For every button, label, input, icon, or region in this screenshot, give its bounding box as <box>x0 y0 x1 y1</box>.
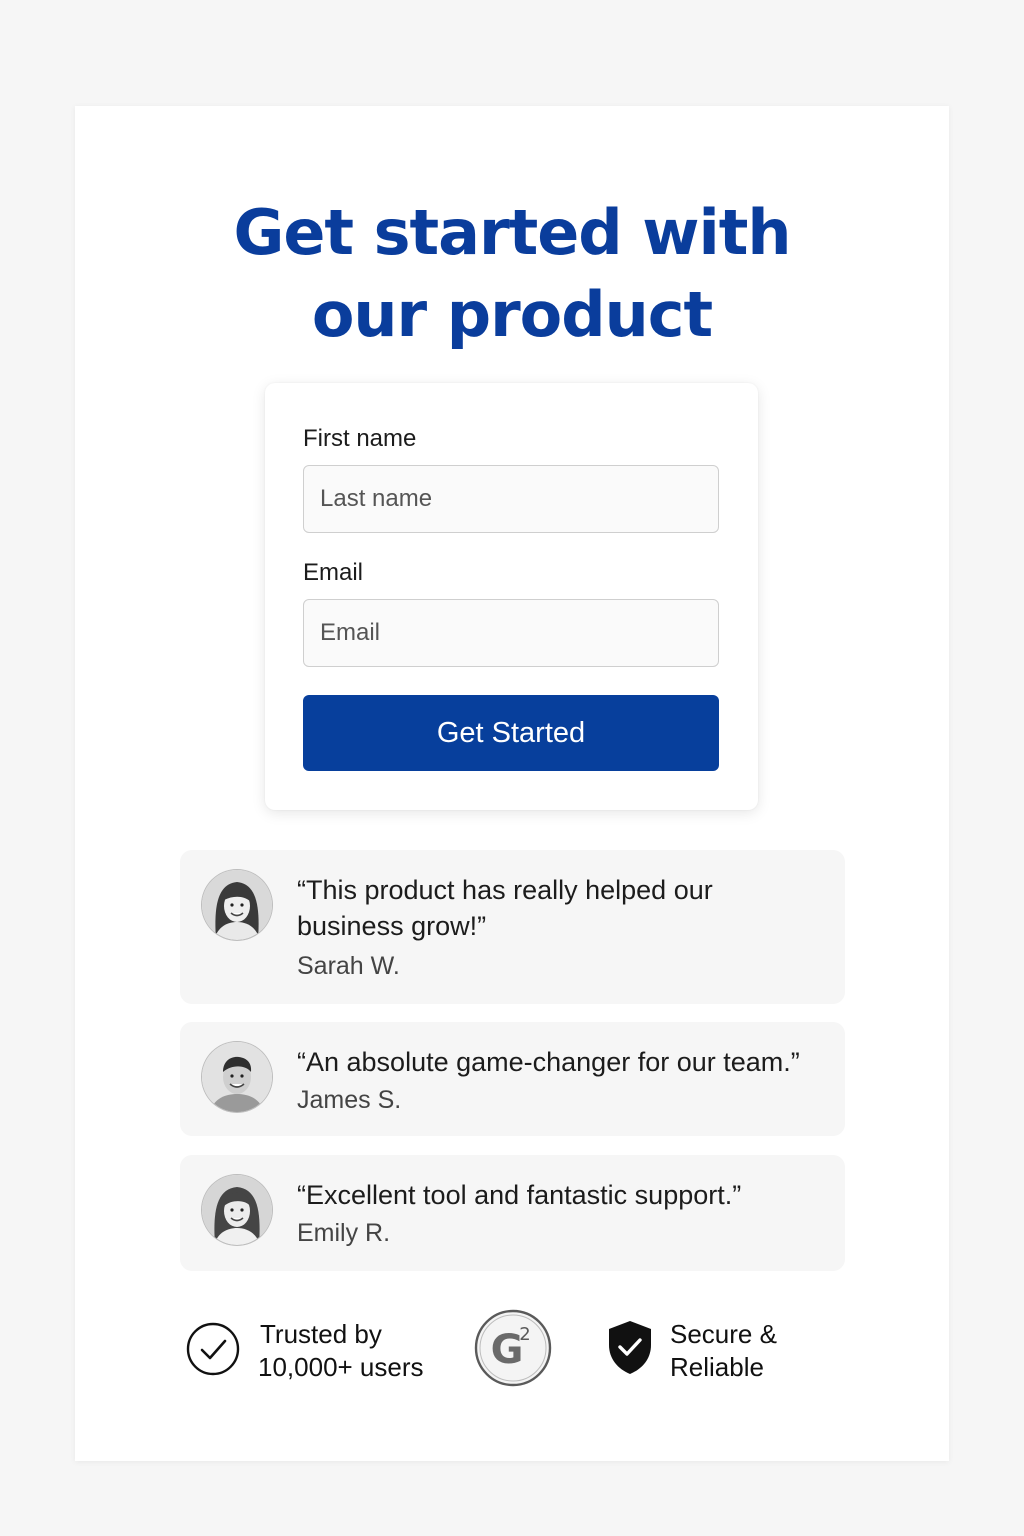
man-portrait-icon <box>202 1042 272 1112</box>
testimonial-author: James S. <box>297 1086 402 1114</box>
testimonial-card: “An absolute game-changer for our team.”… <box>180 1022 845 1136</box>
woman-portrait-icon <box>202 870 272 940</box>
testimonial-card: “Excellent tool and fantastic support.” … <box>180 1155 845 1271</box>
testimonial-quote: “An absolute game-changer for our team.” <box>297 1044 831 1080</box>
secure-line-1: Secure & <box>670 1319 777 1349</box>
email-label: Email <box>303 559 364 586</box>
signup-page-card: Get started with our product First name … <box>75 106 949 1461</box>
page-title: Get started with our product <box>75 192 949 356</box>
g2-badge: G 2 <box>473 1308 553 1393</box>
testimonial-quote-line-1: “Excellent tool and fantastic support.” <box>297 1180 742 1210</box>
g2-badge-icon: G 2 <box>474 1309 552 1387</box>
email-input[interactable] <box>303 599 719 667</box>
secure-badge <box>605 1318 655 1381</box>
testimonial-author: Emily R. <box>297 1219 391 1247</box>
shield-check-icon <box>609 1321 651 1374</box>
g2-superscript: 2 <box>519 1324 530 1345</box>
testimonial-quote-line-1: “This product has really helped our <box>297 875 713 905</box>
page-title-line-1: Get started with <box>233 196 791 269</box>
testimonial-quote-line-1: “An absolute game-changer for our team.” <box>297 1047 800 1077</box>
testimonial-author: Sarah W. <box>297 952 400 980</box>
avatar <box>202 1042 272 1112</box>
trust-badges: Trusted by 10,000+ users G 2 Secure & Re… <box>75 1306 949 1396</box>
secure-line-2: Reliable <box>670 1352 764 1382</box>
testimonial-quote: “Excellent tool and fantastic support.” <box>297 1177 831 1213</box>
trusted-users-line-2: 10,000+ users <box>258 1352 424 1382</box>
testimonial-quote-line-2: business grow!” <box>297 911 487 941</box>
check-circle-icon <box>186 1322 240 1376</box>
signup-form: First name Email Get Started <box>265 383 758 810</box>
secure-text: Secure & Reliable <box>670 1318 777 1384</box>
page-title-line-2: our product <box>311 278 713 351</box>
avatar <box>202 1175 272 1245</box>
trusted-users-badge <box>185 1321 241 1382</box>
trusted-users-text: Trusted by 10,000+ users <box>258 1318 424 1384</box>
avatar <box>202 870 272 940</box>
trusted-users-line-1: Trusted by <box>260 1319 382 1349</box>
get-started-button[interactable]: Get Started <box>303 695 719 771</box>
name-input[interactable] <box>303 465 719 533</box>
testimonial-card: “This product has really helped our busi… <box>180 850 845 1004</box>
woman-portrait-icon <box>202 1175 272 1245</box>
first-name-label: First name <box>303 425 417 452</box>
testimonial-quote: “This product has really helped our busi… <box>297 872 831 944</box>
